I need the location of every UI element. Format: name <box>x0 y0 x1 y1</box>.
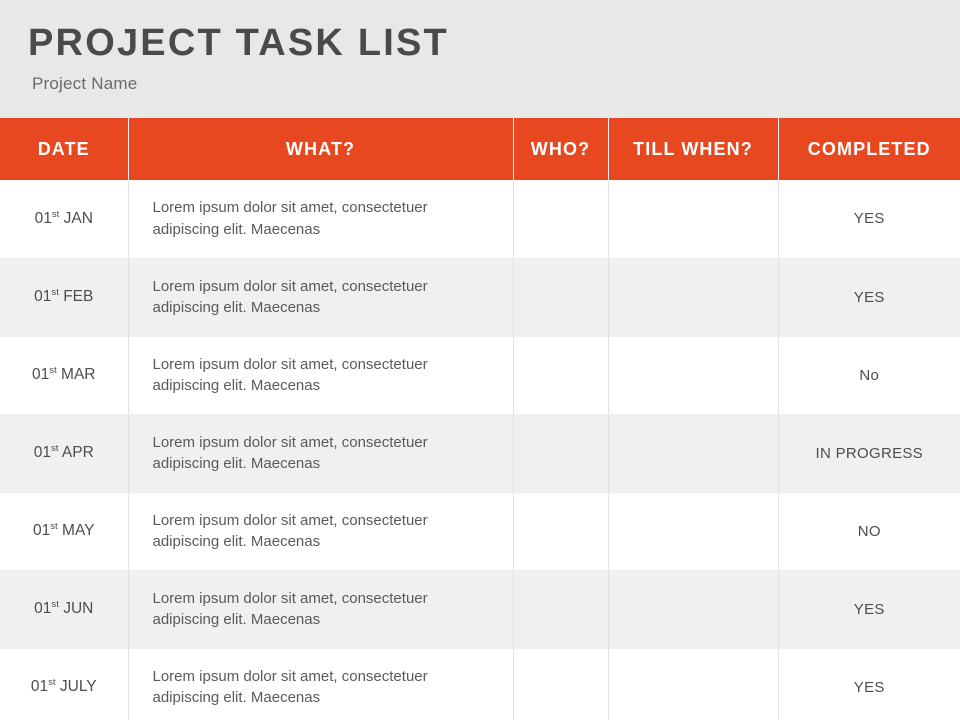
cell-completed[interactable]: No <box>778 336 960 415</box>
cell-date: 01st FEB <box>0 258 129 337</box>
cell-completed[interactable]: IN PROGRESS <box>778 414 960 493</box>
table-body: 01st JAN Lorem ipsum dolor sit amet, cons… <box>0 180 960 720</box>
date-month: MAY <box>62 522 95 539</box>
cell-date: 01st JUN <box>0 570 129 649</box>
table-row[interactable]: 01st APR Lorem ipsum dolor sit amet, cons… <box>0 414 960 493</box>
cell-till-when[interactable] <box>608 492 779 571</box>
date-ordinal-suffix: st <box>48 676 56 688</box>
cell-who[interactable] <box>513 180 609 259</box>
column-header-completed[interactable]: COMPLETED <box>778 118 960 180</box>
date-day: 01 <box>34 600 52 617</box>
cell-till-when[interactable] <box>608 414 779 493</box>
cell-what: Lorem ipsum dolor sit amet, consectetuer… <box>128 570 514 649</box>
cell-what: Lorem ipsum dolor sit amet, consectetuer… <box>128 180 514 259</box>
cell-what: Lorem ipsum dolor sit amet, consectetuer… <box>128 648 514 720</box>
date-day: 01 <box>34 288 52 305</box>
date-day: 01 <box>30 678 49 695</box>
cell-date: 01st MAY <box>0 492 129 571</box>
table-row[interactable]: 01st MAY Lorem ipsum dolor sit amet, cons… <box>0 492 960 571</box>
date-ordinal-suffix: st <box>51 286 59 298</box>
table-row[interactable]: 01st FEB Lorem ipsum dolor sit amet, cons… <box>0 258 960 337</box>
column-header-date[interactable]: DATE <box>0 118 129 180</box>
date-day: 01 <box>33 444 51 461</box>
table-header: DATE WHAT? WHO? TILL WHEN? COMPLETED <box>0 118 960 180</box>
cell-date: 01st MAR <box>0 336 129 415</box>
table-row[interactable]: 01st JUN Lorem ipsum dolor sit amet, cons… <box>0 570 960 649</box>
cell-what: Lorem ipsum dolor sit amet, consectetuer… <box>128 258 514 337</box>
date-day: 01 <box>33 522 51 539</box>
cell-completed[interactable]: YES <box>778 570 960 649</box>
cell-date: 01st JAN <box>0 180 129 259</box>
cell-who[interactable] <box>513 570 609 649</box>
date-ordinal-suffix: st <box>50 520 58 532</box>
cell-who[interactable] <box>513 648 609 720</box>
cell-who[interactable] <box>513 414 609 493</box>
page-title: PROJECT TASK LIST <box>28 22 449 64</box>
date-month: JUN <box>63 600 94 617</box>
column-header-what[interactable]: WHAT? <box>128 118 514 180</box>
task-table: DATE WHAT? WHO? TILL WHEN? COMPLETED 01s… <box>0 118 960 720</box>
project-name-subtitle: Project Name <box>32 74 138 93</box>
date-month: APR <box>61 444 94 461</box>
column-header-who[interactable]: WHO? <box>513 118 609 180</box>
date-month: JULY <box>59 678 97 695</box>
cell-completed[interactable]: YES <box>778 258 960 337</box>
date-ordinal-suffix: st <box>49 364 57 376</box>
cell-till-when[interactable] <box>608 336 779 415</box>
table-header-row: DATE WHAT? WHO? TILL WHEN? COMPLETED <box>0 118 960 180</box>
date-month: FEB <box>63 288 94 305</box>
table-row[interactable]: 01st MAR Lorem ipsum dolor sit amet, cons… <box>0 336 960 415</box>
cell-who[interactable] <box>513 258 609 337</box>
cell-what: Lorem ipsum dolor sit amet, consectetuer… <box>128 492 514 571</box>
cell-till-when[interactable] <box>608 570 779 649</box>
date-day: 01 <box>34 209 52 227</box>
date-day: 01 <box>32 366 50 383</box>
cell-completed[interactable]: YES <box>778 648 960 720</box>
table-row[interactable]: 01st JAN Lorem ipsum dolor sit amet, cons… <box>0 180 960 259</box>
cell-what: Lorem ipsum dolor sit amet, consectetuer… <box>128 414 514 493</box>
cell-date: 01st JULY <box>0 648 129 720</box>
cell-till-when[interactable] <box>608 258 779 337</box>
cell-till-when[interactable] <box>608 648 779 720</box>
date-ordinal-suffix: st <box>51 598 59 610</box>
title-banner: PROJECT TASK LIST Project Name <box>0 0 960 118</box>
date-month: JAN <box>63 209 93 227</box>
table-row[interactable]: 01st JULY Lorem ipsum dolor sit amet, con… <box>0 648 960 720</box>
project-task-list-slide: PROJECT TASK LIST Project Name DATE WHAT… <box>0 0 960 720</box>
date-ordinal-suffix: st <box>51 208 60 220</box>
cell-date: 01st APR <box>0 414 129 493</box>
cell-till-when[interactable] <box>608 180 779 259</box>
date-month: MAR <box>61 366 96 383</box>
date-ordinal-suffix: st <box>50 442 59 454</box>
cell-what: Lorem ipsum dolor sit amet, consectetuer… <box>128 336 514 415</box>
cell-who[interactable] <box>513 336 609 415</box>
cell-who[interactable] <box>513 492 609 571</box>
cell-completed[interactable]: YES <box>778 180 960 259</box>
column-header-till-when[interactable]: TILL WHEN? <box>608 118 779 180</box>
cell-completed[interactable]: NO <box>778 492 960 571</box>
